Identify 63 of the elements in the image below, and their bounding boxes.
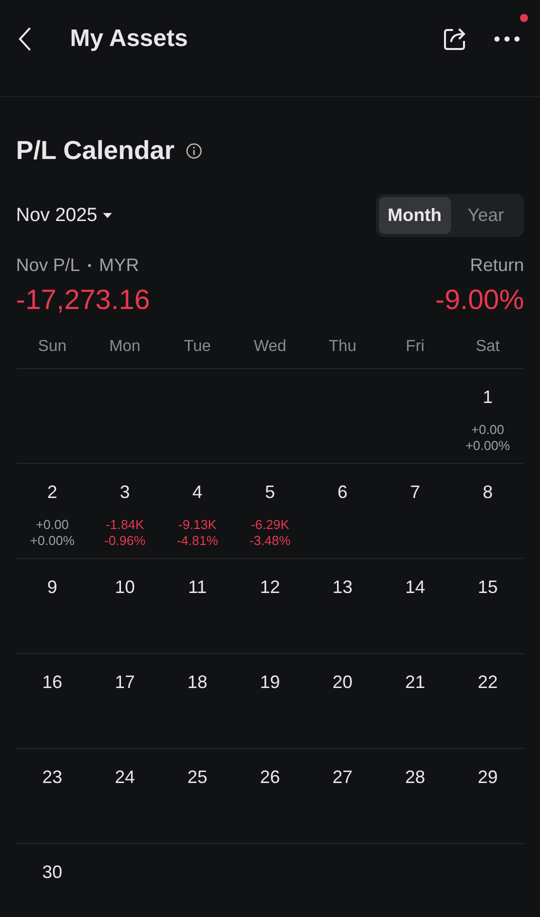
return-value: -9.00% [435, 284, 524, 316]
day-number[interactable]: 27 [332, 767, 353, 788]
weekday-label: Thu [328, 338, 358, 356]
day-pl: +0.00 [471, 422, 504, 438]
weekday-label: Sun [37, 338, 68, 356]
day-number[interactable]: 22 [478, 672, 498, 693]
day-number[interactable]: 6 [338, 482, 348, 503]
back-icon[interactable] [18, 26, 32, 52]
weekday-label: Mon [108, 338, 142, 356]
day-return: -0.96% [104, 533, 146, 549]
separator-dot [88, 264, 92, 267]
day-number[interactable]: 7 [410, 482, 420, 503]
day-number[interactable]: 28 [405, 767, 426, 788]
day-number[interactable]: 2 [47, 482, 58, 503]
return-label: Return [470, 255, 524, 276]
weekday-label: Fri [404, 338, 426, 356]
day-number[interactable]: 25 [187, 767, 208, 788]
day-number[interactable]: 20 [332, 672, 353, 693]
day-number[interactable]: 5 [264, 482, 275, 503]
day-number[interactable]: 19 [260, 672, 280, 693]
day-pl: -1.84K [106, 517, 144, 533]
day-pl: -6.29K [250, 517, 290, 533]
day-number[interactable]: 15 [478, 577, 498, 598]
period-tab[interactable]: Month [378, 197, 451, 234]
day-number[interactable]: 16 [42, 672, 62, 693]
section-title: P/L Calendar [16, 135, 174, 166]
more-icon[interactable] [494, 36, 520, 42]
day-number[interactable]: 12 [260, 577, 280, 598]
day-number[interactable]: 11 [188, 577, 207, 598]
currency-label: MYR [99, 255, 140, 276]
share-icon[interactable] [442, 26, 468, 52]
day-number[interactable]: 30 [42, 862, 62, 883]
day-pl: +0.00 [36, 517, 69, 533]
pl-label: Nov P/L [16, 255, 80, 276]
month-dropdown[interactable]: Nov 2025 [16, 204, 112, 226]
day-number[interactable]: 9 [47, 577, 58, 598]
day-number[interactable]: 8 [482, 482, 493, 503]
caret-icon [103, 212, 112, 218]
day-number[interactable]: 17 [114, 672, 135, 693]
day-number[interactable]: 10 [114, 577, 135, 598]
info-icon[interactable] [186, 142, 202, 158]
day-number[interactable]: 21 [405, 672, 426, 693]
day-number[interactable]: 3 [120, 482, 130, 503]
day-number[interactable]: 26 [260, 767, 280, 788]
day-number[interactable]: 29 [478, 767, 498, 788]
day-number[interactable]: 24 [114, 767, 135, 788]
day-number[interactable]: 4 [192, 482, 202, 503]
weekday-label: Tue [182, 338, 212, 356]
day-return: -4.81% [176, 533, 218, 549]
day-number[interactable]: 18 [187, 672, 208, 693]
pl-value: -17,273.16 [16, 284, 150, 316]
day-return: +0.00% [465, 438, 510, 454]
period-tab[interactable]: Year [450, 197, 521, 234]
day-number[interactable]: 14 [405, 577, 426, 598]
weekday-label: Sat [474, 338, 501, 356]
day-pl: -9.13K [178, 517, 217, 533]
weekday-label: Wed [252, 338, 288, 356]
day-return: +0.00% [30, 533, 74, 549]
day-return: -3.48% [249, 533, 291, 549]
day-number[interactable]: 13 [332, 577, 353, 598]
page-title: My Assets [70, 25, 189, 53]
day-number[interactable]: 23 [42, 767, 62, 788]
day-number[interactable]: 1 [482, 387, 493, 408]
